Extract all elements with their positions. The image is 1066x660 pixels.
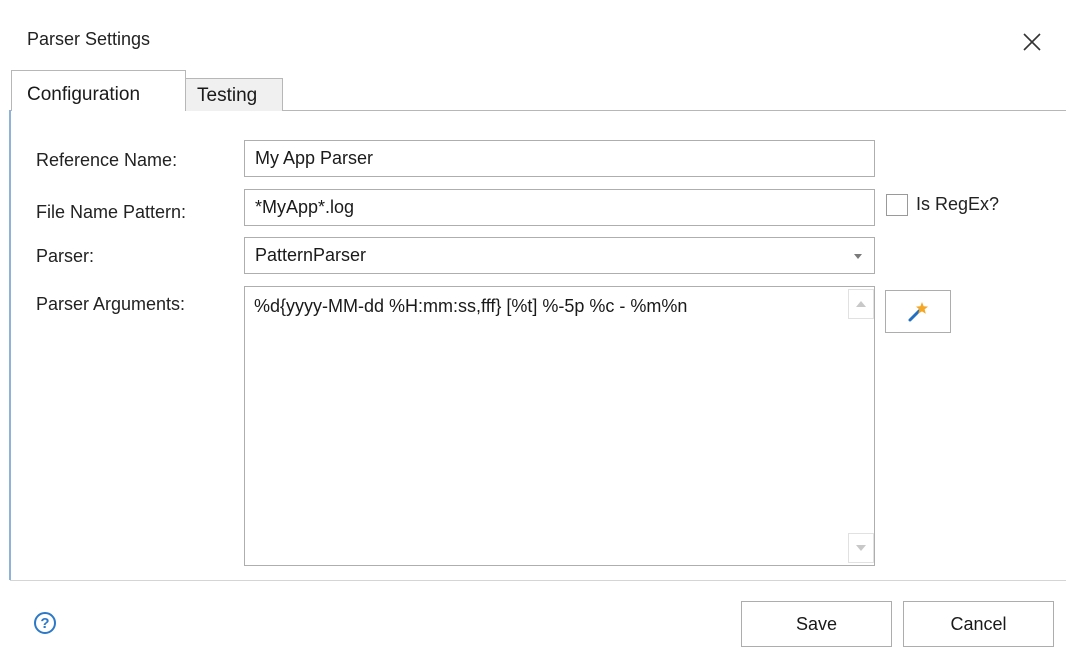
parser-label: Parser: [36, 246, 95, 266]
dialog-left-border [9, 110, 11, 580]
scroll-up-arrow-icon [856, 301, 866, 307]
magic-wand-icon [908, 301, 928, 321]
close-button[interactable] [1014, 26, 1050, 58]
parser-selected-value: PatternParser [255, 245, 367, 265]
help-icon[interactable]: ? [34, 612, 56, 634]
window-title: Parser Settings [27, 29, 151, 49]
file-name-pattern-value: *MyApp*.log [255, 197, 355, 217]
parser-arguments-textarea[interactable]: %d{yyyy-MM-dd %H:mm:ss,fff} [%t] %-5p %c… [244, 286, 875, 566]
chevron-down-icon [854, 254, 862, 259]
footer-separator [10, 580, 1066, 581]
pattern-builder-button[interactable] [885, 290, 951, 333]
vertical-scrollbar[interactable] [848, 289, 874, 563]
parser-arguments-value: %d{yyyy-MM-dd %H:mm:ss,fff} [%t] %-5p %c… [254, 296, 688, 316]
file-name-pattern-label: File Name Pattern: [36, 202, 187, 222]
save-button[interactable]: Save [741, 601, 892, 647]
scroll-down-arrow-icon [856, 545, 866, 551]
cancel-button[interactable]: Cancel [903, 601, 1054, 647]
tab-configuration[interactable]: Configuration [11, 70, 186, 111]
close-icon [1023, 33, 1041, 51]
parser-dropdown[interactable]: PatternParser [244, 237, 875, 274]
parser-arguments-label: Parser Arguments: [36, 294, 186, 314]
reference-name-label: Reference Name: [36, 150, 178, 170]
scroll-up-button[interactable] [848, 289, 874, 319]
reference-name-value: My App Parser [255, 148, 374, 168]
reference-name-input[interactable]: My App Parser [244, 140, 875, 177]
file-name-pattern-input[interactable]: *MyApp*.log [244, 189, 875, 226]
is-regex-checkbox[interactable] [886, 194, 908, 216]
tab-testing[interactable]: Testing [185, 78, 283, 111]
is-regex-label[interactable]: Is RegEx? [916, 194, 999, 215]
scroll-down-button[interactable] [848, 533, 874, 563]
